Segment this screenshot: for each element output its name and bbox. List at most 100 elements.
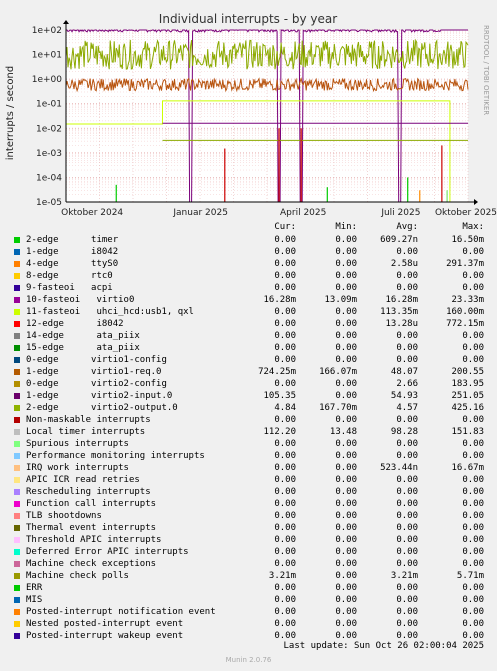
- legend-row: Posted-interrupt notification event 0.00 0…: [0, 606, 497, 618]
- legend-label: Posted-interrupt notification event: [26, 607, 216, 617]
- legend-swatch: [14, 309, 20, 315]
- legend-min-value: 0.00: [335, 247, 357, 257]
- legend-max-value: 0.00: [462, 607, 484, 617]
- legend-label: Local timer interrupts: [26, 427, 146, 437]
- legend-avg-value: 0.00: [396, 583, 418, 593]
- legend-row: 14-edge ata_piix 0.00 0.00 0.00 0.00: [0, 330, 497, 342]
- legend-label: TLB shootdowns: [26, 511, 102, 521]
- legend-avg-value: 0.00: [396, 619, 418, 629]
- legend-cur-value: 0.00: [274, 247, 296, 257]
- legend-avg-value: 0.00: [396, 595, 418, 605]
- legend-row: 0-edge virtio1-config 0.00 0.00 0.00 0.00: [0, 354, 497, 366]
- last-update: Last update: Sun Oct 26 02:00:04 2025: [283, 641, 484, 651]
- legend-cur-value: 0.00: [274, 451, 296, 461]
- legend-swatch: [14, 417, 20, 423]
- legend-row: Thermal event interrupts 0.00 0.00 0.00 0.00: [0, 522, 497, 534]
- legend-min-value: 0.00: [335, 571, 357, 581]
- legend-swatch: [14, 573, 20, 579]
- header-cur: Cur:: [274, 222, 296, 232]
- legend-avg-value: 0.00: [396, 559, 418, 569]
- legend-cur-value: 16.28m: [263, 295, 296, 305]
- legend-swatch: [14, 381, 20, 387]
- legend-max-value: 0.00: [462, 511, 484, 521]
- legend-avg-value: 609.27n: [380, 235, 418, 245]
- legend-avg-value: 16.28m: [385, 295, 418, 305]
- legend-max-value: 0.00: [462, 619, 484, 629]
- legend-label: 15-edge ata_piix: [26, 343, 140, 353]
- legend-min-value: 0.00: [335, 235, 357, 245]
- header-max: Max:: [462, 222, 484, 232]
- legend-cur-value: 4.84: [274, 403, 296, 413]
- legend-min-value: 0.00: [335, 439, 357, 449]
- legend-row: Local timer interrupts 112.20 13.48 98.28 15…: [0, 426, 497, 438]
- legend-avg-value: 98.28: [390, 427, 418, 437]
- chart-title: Individual interrupts - by year: [159, 12, 337, 26]
- legend-swatch: [14, 621, 20, 627]
- legend-min-value: 0.00: [335, 283, 357, 293]
- legend-cur-value: 0.00: [274, 331, 296, 341]
- legend-max-value: 425.16: [451, 403, 484, 413]
- legend-min-value: 13.09m: [324, 295, 357, 305]
- legend-row: 2-edge timer 0.00 0.00 609.27n 16.50m: [0, 234, 497, 246]
- legend-row: Threshold APIC interrupts 0.00 0.00 0.00 0.0…: [0, 534, 497, 546]
- legend-cur-value: 724.25m: [258, 367, 296, 377]
- legend-label: 2-edge virtio2-output.0: [26, 403, 178, 413]
- legend-swatch: [14, 249, 20, 255]
- legend-swatch: [14, 633, 20, 639]
- legend-min-value: 0.00: [335, 343, 357, 353]
- legend-label: Spurious interrupts: [26, 439, 129, 449]
- legend-row: Function call interrupts 0.00 0.00 0.00 0.00: [0, 498, 497, 510]
- legend-row: 8-edge rtc0 0.00 0.00 0.00 0.00: [0, 270, 497, 282]
- legend-row: 12-edge i8042 0.00 0.00 13.28u 772.15m: [0, 318, 497, 330]
- legend-cur-value: 112.20: [263, 427, 296, 437]
- legend-label: 0-edge virtio1-config: [26, 355, 167, 365]
- legend-max-value: 0.00: [462, 595, 484, 605]
- munin-footer: Munin 2.0.76: [225, 656, 272, 664]
- legend-row: Spurious interrupts 0.00 0.00 0.00 0.00: [0, 438, 497, 450]
- legend-cur-value: 0.00: [274, 343, 296, 353]
- legend-label: Deferred Error APIC interrupts: [26, 547, 189, 557]
- legend-max-value: 0.00: [462, 475, 484, 485]
- legend-max-value: 0.00: [462, 247, 484, 257]
- legend-max-value: 0.00: [462, 271, 484, 281]
- legend-avg-value: 0.00: [396, 475, 418, 485]
- x-tick-label: April 2025: [280, 208, 326, 218]
- legend-avg-value: 0.00: [396, 343, 418, 353]
- legend-swatch: [14, 585, 20, 591]
- legend-cur-value: 0.00: [274, 235, 296, 245]
- legend-min-value: 0.00: [335, 259, 357, 269]
- rrdtool-credit: RRDTOOL / TOBI OETIKER: [482, 25, 490, 115]
- legend-label: 0-edge virtio2-config: [26, 379, 167, 389]
- legend-swatch: [14, 525, 20, 531]
- legend-swatch: [14, 441, 20, 447]
- legend-label: 1-edge virtio1-req.0: [26, 367, 162, 377]
- legend-swatch: [14, 501, 20, 507]
- legend-label: Posted-interrupt wakeup event: [26, 631, 184, 641]
- legend-max-value: 0.00: [462, 535, 484, 545]
- legend-swatch: [14, 477, 20, 483]
- legend-cur-value: 0.00: [274, 439, 296, 449]
- legend-max-value: 0.00: [462, 331, 484, 341]
- y-tick-label: 1e+02: [32, 26, 62, 36]
- legend-cur-value: 0.00: [274, 607, 296, 617]
- legend-row: Performance monitoring interrupts 0.00 0.0…: [0, 450, 497, 462]
- legend-max-value: 251.05: [451, 391, 484, 401]
- legend-swatch: [14, 405, 20, 411]
- legend-label: ERR: [26, 583, 43, 593]
- legend-avg-value: 0.00: [396, 283, 418, 293]
- legend-min-value: 0.00: [335, 475, 357, 485]
- legend-max-value: 183.95: [451, 379, 484, 389]
- legend-max-value: 0.00: [462, 415, 484, 425]
- legend-avg-value: 0.00: [396, 415, 418, 425]
- legend-avg-value: 0.00: [396, 271, 418, 281]
- legend-max-value: 772.15m: [446, 319, 484, 329]
- legend-label: Performance monitoring interrupts: [26, 451, 205, 461]
- legend-min-value: 0.00: [335, 463, 357, 473]
- legend-cur-value: 105.35: [263, 391, 296, 401]
- legend-min-value: 0.00: [335, 559, 357, 569]
- legend-max-value: 0.00: [462, 283, 484, 293]
- legend-min-value: 0.00: [335, 379, 357, 389]
- legend-avg-value: 0.00: [396, 499, 418, 509]
- legend-label: Non-maskable interrupts: [26, 415, 151, 425]
- legend-max-value: 23.33m: [451, 295, 484, 305]
